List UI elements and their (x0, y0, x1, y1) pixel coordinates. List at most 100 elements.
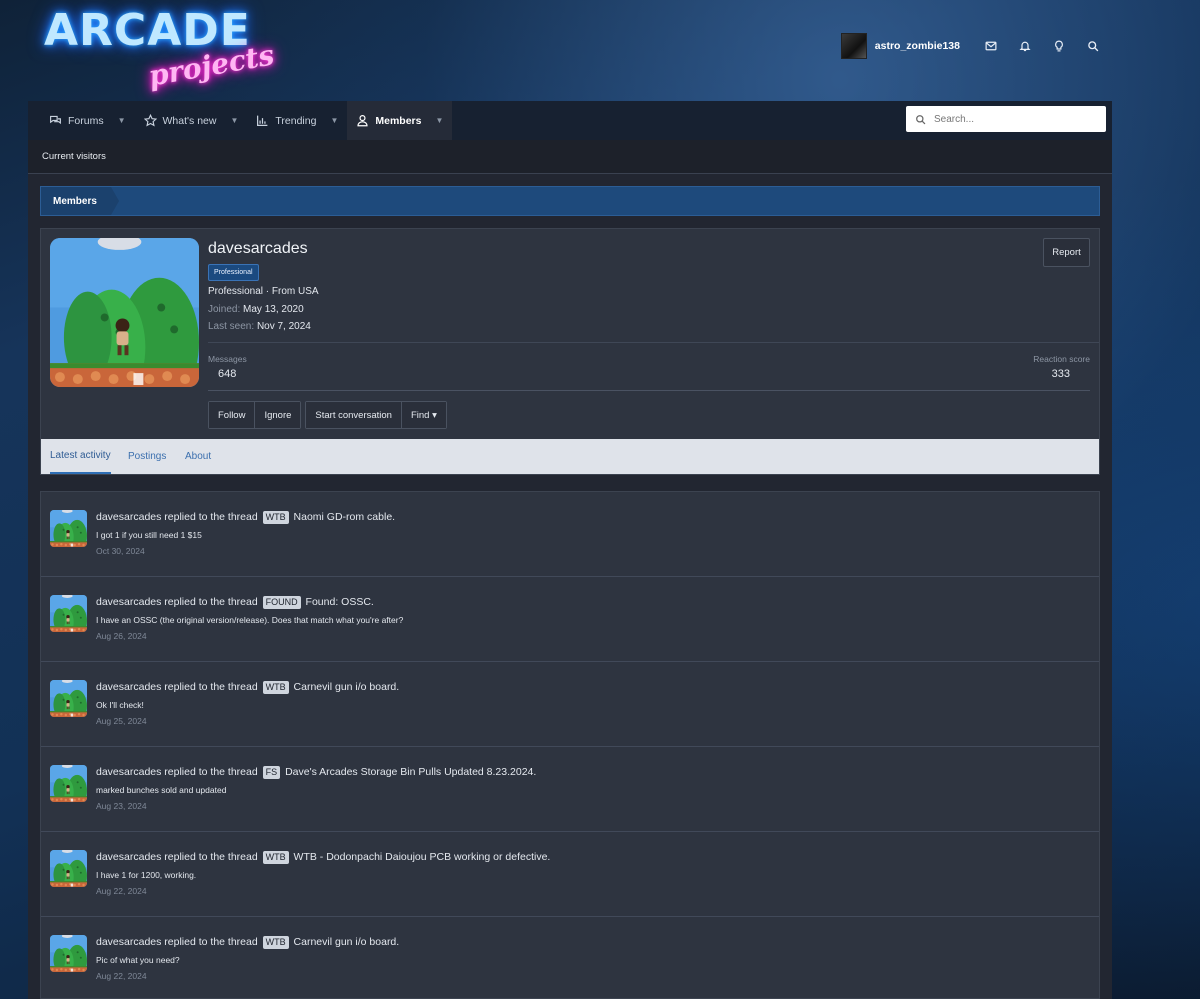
profile-actions: Follow Ignore Start conversation Find ▾ (208, 401, 447, 429)
search-input[interactable] (932, 112, 1096, 126)
messages-value[interactable]: 648 (218, 368, 236, 380)
activity-date[interactable]: Aug 26, 2024 (96, 631, 147, 641)
activity-title: davesarcades replied to the thread WTB C… (96, 681, 399, 694)
search-box[interactable] (906, 106, 1106, 132)
thread-link[interactable]: Found: OSSC. (306, 596, 374, 608)
last-seen-value: Nov 7, 2024 (256, 321, 311, 332)
last-seen-label: Last seen: (208, 321, 255, 332)
caret-down-icon[interactable]: ▼ (435, 116, 443, 125)
nav-tab-whats-new[interactable]: What's new ▼ (135, 101, 248, 140)
activity-verb: replied to the thread (164, 851, 258, 863)
caret-down-icon[interactable]: ▼ (330, 116, 338, 125)
activity-user[interactable]: davesarcades (96, 766, 161, 778)
find-menu-button[interactable]: Find ▾ (400, 402, 446, 428)
activity-verb: replied to the thread (164, 681, 258, 693)
activity-user[interactable]: davesarcades (96, 851, 161, 863)
activity-item: davesarcades replied to the thread WTB N… (41, 492, 1099, 577)
activity-snippet: Pic of what you need? (96, 955, 180, 965)
thread-link[interactable]: Carnevil gun i/o board. (294, 681, 400, 693)
star-icon (143, 114, 157, 127)
thread-link[interactable]: Dave's Arcades Storage Bin Pulls Updated… (285, 766, 536, 778)
activity-title: davesarcades replied to the thread FOUND… (96, 596, 374, 609)
report-button[interactable]: Report (1043, 238, 1090, 267)
thread-link[interactable]: WTB - Dodonpachi Daioujou PCB working or… (294, 851, 551, 863)
user-title-badge: Professional (208, 264, 259, 281)
activity-snippet: I have 1 for 1200, working. (96, 870, 197, 880)
activity-snippet: I have an OSSC (the original version/rel… (96, 615, 404, 625)
user-icon (357, 115, 368, 127)
current-visitors-link[interactable]: Current visitors (42, 151, 106, 162)
joined-line: Joined: May 13, 2020 (208, 304, 304, 315)
caret-down-icon[interactable]: ▼ (118, 116, 126, 125)
search-icon[interactable] (1076, 33, 1110, 59)
start-conversation-button[interactable]: Start conversation (306, 402, 401, 428)
nav-tab-label: Members (375, 114, 422, 127)
profile-avatar[interactable] (50, 238, 199, 387)
main-navbar: Forums ▼ What's new ▼ Trending ▼ Members… (28, 101, 1112, 140)
activity-date[interactable]: Aug 22, 2024 (96, 886, 147, 896)
activity-avatar[interactable] (50, 510, 87, 547)
tab-postings[interactable]: Postings (128, 439, 166, 474)
follow-ignore-group: Follow Ignore (208, 401, 302, 429)
activity-date[interactable]: Aug 23, 2024 (96, 801, 147, 811)
thread-prefix-badge: WTB (262, 851, 289, 864)
follow-button[interactable]: Follow (209, 402, 255, 428)
tab-about[interactable]: About (185, 439, 211, 474)
activity-item: davesarcades replied to the thread WTB C… (41, 917, 1099, 998)
tab-latest-activity[interactable]: Latest activity (50, 439, 111, 474)
ignore-button[interactable]: Ignore (254, 402, 301, 428)
site-logo[interactable]: ARCADE projects (44, 5, 277, 93)
thread-prefix-badge: FOUND (262, 596, 301, 609)
user-avatar[interactable] (840, 33, 867, 59)
activity-item: davesarcades replied to the thread FS Da… (41, 747, 1099, 832)
username-link[interactable]: astro_zombie138 (875, 40, 960, 52)
activity-title: davesarcades replied to the thread WTB W… (96, 851, 550, 864)
speech-bubbles-icon (50, 115, 61, 125)
activity-user[interactable]: davesarcades (96, 596, 161, 608)
activity-verb: replied to the thread (164, 936, 258, 948)
joined-value: May 13, 2020 (243, 304, 304, 315)
sub-navbar: Current visitors (28, 140, 1112, 174)
nav-tab-members[interactable]: Members ▼ (347, 101, 453, 140)
nav-tab-trending[interactable]: Trending ▼ (247, 101, 347, 140)
activity-date[interactable]: Aug 25, 2024 (96, 716, 147, 726)
activity-user[interactable]: davesarcades (96, 511, 161, 523)
member-blurb: Professional · From USA (208, 286, 319, 297)
activity-avatar[interactable] (50, 680, 87, 717)
user-area: astro_zombie138 (840, 33, 1110, 59)
member-name[interactable]: davesarcades (208, 240, 308, 258)
activity-avatar[interactable] (50, 935, 87, 972)
activity-avatar[interactable] (50, 595, 87, 632)
activity-date[interactable]: Oct 30, 2024 (96, 546, 145, 556)
envelope-icon[interactable] (974, 33, 1008, 59)
bell-icon[interactable] (1008, 33, 1042, 59)
thread-link[interactable]: Carnevil gun i/o board. (294, 936, 400, 948)
activity-title: davesarcades replied to the thread WTB N… (96, 511, 395, 524)
activity-user[interactable]: davesarcades (96, 681, 161, 693)
nav-tab-label: Forums (68, 114, 104, 127)
activity-list: davesarcades replied to the thread WTB N… (40, 491, 1100, 999)
nav-tab-forums[interactable]: Forums ▼ (40, 101, 135, 140)
thread-prefix-badge: FS (262, 766, 281, 779)
search-icon (916, 114, 926, 124)
activity-date[interactable]: Aug 22, 2024 (96, 971, 147, 981)
lightbulb-icon[interactable] (1042, 33, 1076, 59)
thread-prefix-badge: WTB (262, 681, 289, 694)
breadcrumb: Members (40, 186, 1100, 216)
caret-down-icon[interactable]: ▼ (230, 116, 238, 125)
joined-label: Joined: (208, 304, 241, 315)
reaction-score-value[interactable]: 333 (1052, 368, 1070, 380)
member-profile: davesarcades Professional Professional ·… (40, 228, 1100, 475)
activity-title: davesarcades replied to the thread WTB C… (96, 936, 399, 949)
activity-user[interactable]: davesarcades (96, 936, 161, 948)
activity-avatar[interactable] (50, 850, 87, 887)
thread-link[interactable]: Naomi GD-rom cable. (294, 511, 396, 523)
activity-snippet: Ok I'll check! (96, 700, 144, 710)
conversation-find-group: Start conversation Find ▾ (305, 401, 447, 429)
activity-avatar[interactable] (50, 765, 87, 802)
breadcrumb-members[interactable]: Members (41, 187, 119, 215)
activity-verb: replied to the thread (164, 766, 258, 778)
last-seen-line: Last seen: Nov 7, 2024 (208, 321, 311, 332)
thread-prefix-badge: WTB (262, 511, 289, 524)
messages-label: Messages (208, 354, 247, 364)
